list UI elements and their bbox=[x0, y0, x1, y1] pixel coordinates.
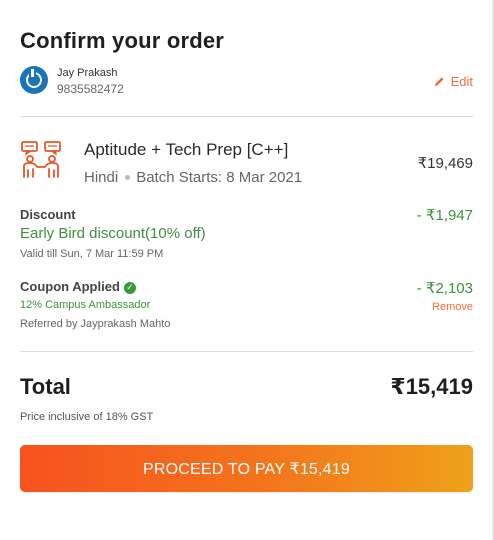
course-title: Aptitude + Tech Prep [C++] bbox=[84, 140, 289, 159]
remove-coupon-button[interactable]: Remove bbox=[432, 301, 473, 313]
discount-name: Early Bird discount(10% off) bbox=[20, 225, 206, 242]
coupon-amount: - ₹2,103 bbox=[416, 280, 473, 297]
coupon-name: 12% Campus Ambassador bbox=[20, 299, 151, 311]
user-avatar-icon bbox=[20, 66, 48, 94]
coupon-label: Coupon Applied bbox=[20, 279, 120, 294]
page-title: Confirm your order bbox=[20, 28, 225, 53]
discount-amount: - ₹1,947 bbox=[416, 207, 473, 224]
pencil-icon bbox=[434, 77, 444, 87]
course-price: ₹19,469 bbox=[417, 155, 473, 172]
discount-validity: Valid till Sun, 7 Mar 11:59 PM bbox=[20, 248, 164, 260]
total-label: Total bbox=[20, 374, 71, 399]
course-meta: Hindi Batch Starts: 8 Mar 2021 bbox=[84, 169, 302, 186]
user-name: Jay Prakash bbox=[57, 67, 118, 79]
proceed-to-pay-button[interactable]: PROCEED TO PAY ₹15,419 bbox=[20, 445, 473, 492]
edit-button[interactable]: Edit bbox=[434, 74, 473, 89]
edit-label: Edit bbox=[450, 74, 473, 89]
total-value: ₹15,419 bbox=[390, 374, 473, 399]
coupon-referrer: Referred by Jayprakash Mahto bbox=[20, 318, 171, 330]
coupon-label-row: Coupon Applied ✓ bbox=[20, 279, 136, 294]
user-phone: 9835582472 bbox=[57, 82, 124, 96]
course-batch-date: Batch Starts: 8 Mar 2021 bbox=[136, 169, 303, 186]
check-circle-icon: ✓ bbox=[123, 281, 136, 294]
classroom-icon bbox=[21, 141, 61, 178]
separator-dot bbox=[125, 175, 131, 180]
course-language: Hindi bbox=[84, 169, 119, 186]
divider-bottom bbox=[20, 351, 473, 352]
divider-top bbox=[20, 116, 473, 117]
discount-label: Discount bbox=[20, 207, 76, 222]
gst-note: Price inclusive of 18% GST bbox=[20, 411, 154, 423]
